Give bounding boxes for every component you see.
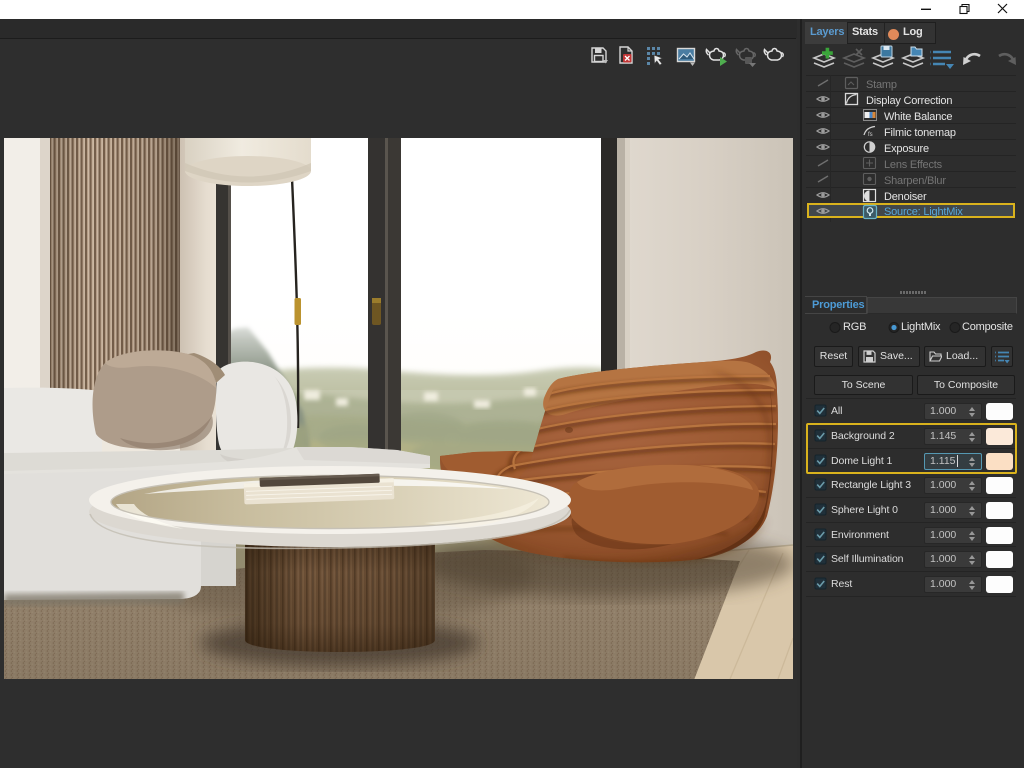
svg-text:fs: fs	[868, 132, 873, 138]
